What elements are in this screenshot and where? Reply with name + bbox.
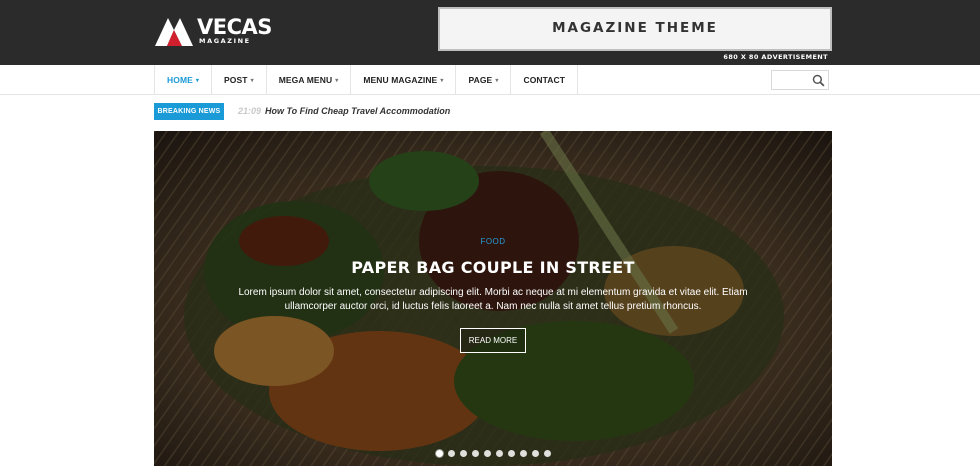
logo-subtitle: MAGAZINE xyxy=(199,37,251,45)
nav-item-mega-menu[interactable]: MEGA MENU ▾ xyxy=(267,65,352,95)
logo-mark-icon xyxy=(155,18,193,46)
caret-down-icon: ▾ xyxy=(250,77,254,84)
slider-dot[interactable] xyxy=(519,450,527,457)
caret-down-icon: ▾ xyxy=(335,77,339,84)
nav-item-label: MENU MAGAZINE xyxy=(363,75,438,85)
breaking-news-label: BREAKING NEWS xyxy=(154,103,224,120)
main-navigation: HOME ▾ POST ▾ MEGA MENU ▾ MENU MAGAZINE ▾ PAGE ▾ C… xyxy=(0,65,980,95)
search-box[interactable] xyxy=(771,70,829,90)
nav-item-label: CONTACT xyxy=(523,75,566,85)
slider-dot[interactable] xyxy=(471,450,479,457)
ad-size-label: 680 X 80 ADVERTISEMENT xyxy=(723,53,828,61)
search-input[interactable] xyxy=(774,73,812,87)
caret-down-icon: ▾ xyxy=(440,77,444,84)
top-header: VECAS MAGAZINE MAGAZINE THEME 680 X 80 A… xyxy=(0,0,980,65)
slider-dot[interactable] xyxy=(459,450,467,457)
slider-dot[interactable] xyxy=(435,450,443,457)
slider-pagination xyxy=(154,450,832,457)
read-more-button[interactable]: READ MORE xyxy=(460,328,526,353)
nav-item-label: MEGA MENU xyxy=(278,75,333,85)
nav-item-menu-magazine[interactable]: MENU MAGAZINE ▾ xyxy=(351,65,457,95)
slider-dot[interactable] xyxy=(543,450,551,457)
nav-item-contact[interactable]: CONTACT xyxy=(511,65,579,95)
nav-item-label: PAGE xyxy=(468,75,493,85)
nav-item-label: POST xyxy=(224,75,248,85)
hero-excerpt: Lorem ipsum dolor sit amet, consectetur … xyxy=(238,287,748,312)
logo-title: VECAS xyxy=(197,15,272,39)
slider-dot[interactable] xyxy=(447,450,455,457)
hero-category[interactable]: FOOD xyxy=(154,237,832,246)
featured-slider[interactable]: FOOD PAPER BAG COUPLE IN STREET Lorem ip… xyxy=(154,131,832,466)
site-logo[interactable]: VECAS MAGAZINE xyxy=(155,14,272,48)
slider-dot[interactable] xyxy=(531,450,539,457)
slider-dot[interactable] xyxy=(483,450,491,457)
slider-dot[interactable] xyxy=(507,450,515,457)
breaking-news-time: 21:09 xyxy=(238,106,262,116)
slider-dot[interactable] xyxy=(495,450,503,457)
caret-down-icon: ▾ xyxy=(195,77,200,84)
header-advertisement[interactable]: MAGAZINE THEME 680 X 80 ADVERTISEMENT xyxy=(438,7,832,61)
ad-title: MAGAZINE THEME xyxy=(552,20,718,36)
nav-item-post[interactable]: POST ▾ xyxy=(212,65,267,95)
nav-item-label: HOME xyxy=(167,75,193,85)
breaking-news-headline[interactable]: How To Find Cheap Travel Accommodation xyxy=(265,106,450,116)
search-icon[interactable] xyxy=(812,74,825,87)
nav-menu: HOME ▾ POST ▾ MEGA MENU ▾ MENU MAGAZINE ▾ PAGE ▾ C… xyxy=(154,65,579,95)
caret-down-icon: ▾ xyxy=(495,77,499,84)
nav-item-page[interactable]: PAGE ▾ xyxy=(456,65,512,95)
nav-item-home[interactable]: HOME ▾ xyxy=(155,65,213,95)
hero-title[interactable]: PAPER BAG COUPLE IN STREET xyxy=(154,258,832,277)
